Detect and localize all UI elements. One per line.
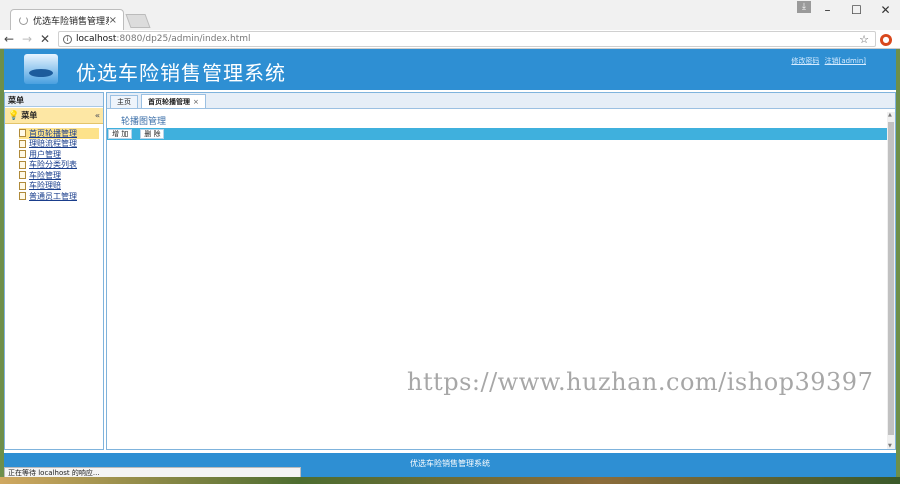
main-panel: 主页 首页轮播管理 × 轮播图管理 增 加 删 除 ▲ ▼ https://www… [106,92,896,450]
app-window: 优选车险销售管理系统 修改密码 注销[admin] 菜单 💡 菜单 « 首页轮播… [4,49,896,477]
app-logo [24,54,58,84]
app-title: 优选车险销售管理系统 [76,61,286,85]
sidebar: 菜单 💡 菜单 « 首页轮播管理 理赔流程管理 用户管理 车险分类列表 车险管理… [4,92,104,450]
sidebar-menu: 首页轮播管理 理赔流程管理 用户管理 车险分类列表 车险管理 车险理赔 普通员工… [5,124,103,202]
url-host: localhost [76,34,117,44]
document-icon [19,129,26,138]
toolbar: 增 加 删 除 [107,128,889,140]
sidebar-item-carousel[interactable]: 首页轮播管理 [19,128,99,139]
menu-accordion-header[interactable]: 💡 菜单 « [5,108,103,124]
tab-carousel[interactable]: 首页轮播管理 × [141,94,206,108]
delete-button[interactable]: 删 除 [140,129,165,139]
stop-loading-button[interactable]: ✕ [36,32,54,46]
sidebar-title: 菜单 [5,93,103,107]
tab-carousel-label: 首页轮播管理 [148,97,190,106]
tab-home-label: 主页 [117,98,131,106]
forward-button[interactable]: → [18,32,36,46]
sidebar-item-claims[interactable]: 车险理赔 [19,181,103,192]
panel-title: 轮播图管理 [121,117,167,127]
address-bar-row: ← → ✕ i localhost :8080/dp25/admin/index… [0,30,900,49]
sidebar-item-users[interactable]: 用户管理 [19,149,103,160]
app-header: 优选车险销售管理系统 修改密码 注销[admin] [4,49,896,90]
browser-tabstrip: 优选车险销售管理系统 × ⤓ – ☐ ✕ [0,0,900,30]
logout-link[interactable]: 注销[admin] [825,57,866,65]
loading-spinner-icon [19,15,28,25]
browser-tab-title: 优选车险销售管理系统 [33,16,109,27]
extension-icon[interactable]: ● [880,34,892,46]
change-password-link[interactable]: 修改密码 [791,57,819,65]
info-icon[interactable]: i [63,34,72,44]
scroll-up-icon[interactable]: ▲ [888,112,892,118]
scrollbar-thumb[interactable] [888,122,894,435]
document-icon [19,181,26,190]
close-window-button[interactable]: ✕ [871,0,900,20]
maximize-button[interactable]: ☐ [842,0,871,20]
menu-accordion-title: 菜单 [21,111,38,120]
close-tab-icon[interactable]: × [109,15,117,26]
scroll-down-icon[interactable]: ▼ [888,443,892,449]
collapse-icon[interactable]: « [95,111,100,120]
add-button[interactable]: 增 加 [108,129,133,139]
sidebar-item-insurance-categories[interactable]: 车险分类列表 [19,160,103,171]
sidebar-item-claim-process[interactable]: 理赔流程管理 [19,139,103,150]
desktop-background [0,477,900,484]
vertical-scrollbar[interactable]: ▲ ▼ [887,112,895,449]
browser-tab[interactable]: 优选车险销售管理系统 × [10,9,124,30]
bookmark-star-icon[interactable]: ☆ [859,33,869,46]
document-icon [19,192,26,201]
watermark: https://www.huzhan.com/ishop39397 [407,368,874,396]
back-button[interactable]: ← [0,32,18,46]
sidebar-item-staff[interactable]: 普通员工管理 [19,191,103,202]
lightbulb-icon: 💡 [8,110,20,121]
document-icon [19,139,26,148]
minimize-button[interactable]: – [813,0,842,20]
sidebar-item-insurance[interactable]: 车险管理 [19,170,103,181]
tab-bar: 主页 首页轮播管理 × [107,93,895,109]
document-icon [19,150,26,159]
header-links: 修改密码 注销[admin] [788,56,866,66]
new-tab-button[interactable] [125,14,151,28]
url-path: :8080/dp25/admin/index.html [116,34,251,44]
tab-home[interactable]: 主页 [110,95,138,108]
document-icon [19,171,26,180]
close-tab-icon[interactable]: × [193,98,199,106]
download-icon[interactable]: ⤓ [797,1,811,13]
window-controls: – ☐ ✕ [813,0,900,20]
url-input[interactable]: i localhost :8080/dp25/admin/index.html … [58,31,876,47]
document-icon [19,160,26,169]
